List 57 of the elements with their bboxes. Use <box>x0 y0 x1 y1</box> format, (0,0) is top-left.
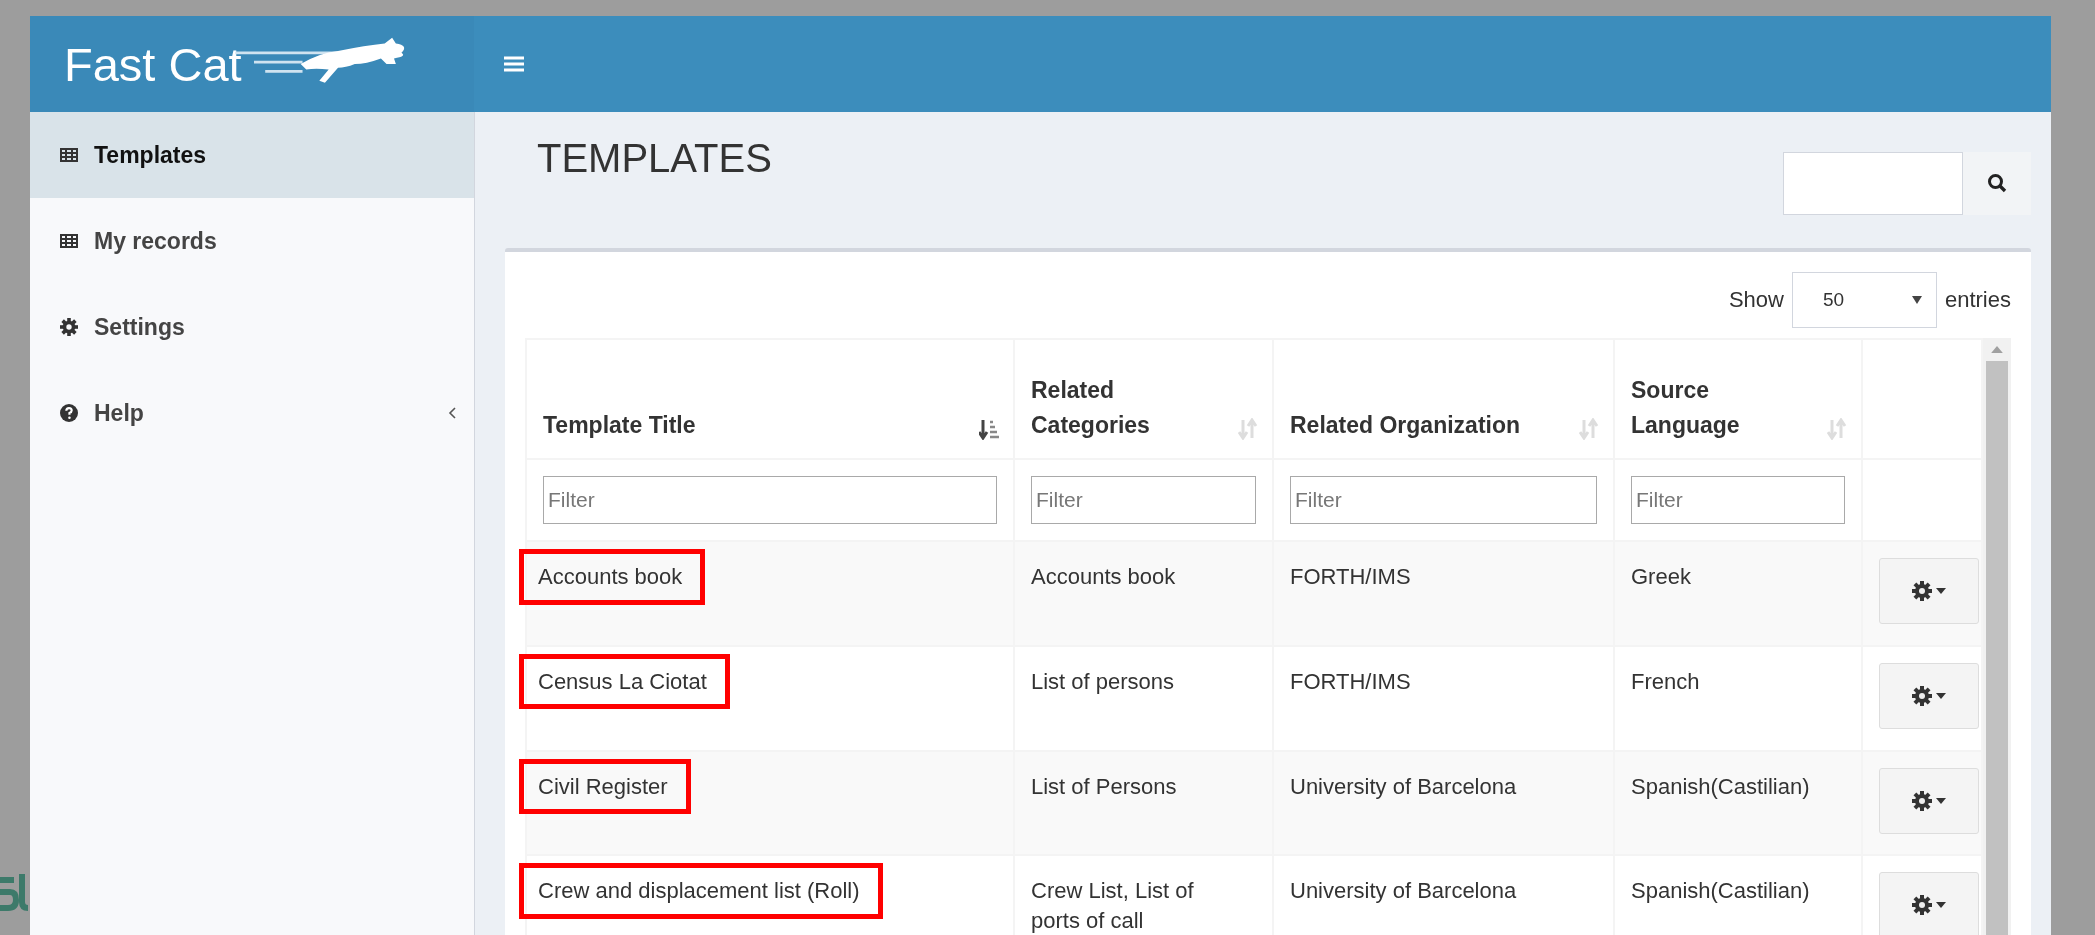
caret-icon <box>1936 902 1946 909</box>
sidebar-item[interactable]: Settings <box>30 284 474 370</box>
table-cell: Spanish(Castilian) <box>1631 878 1810 904</box>
partial-logo-icon <box>0 872 28 912</box>
table-cell: Spanish(Castilian) <box>1631 773 1810 799</box>
table-cell-text: List of Persons <box>1031 772 1177 801</box>
actions-button[interactable] <box>1879 558 1979 624</box>
page-title: TEMPLATES <box>537 136 773 181</box>
scrollbar-thumb[interactable] <box>1986 361 2009 935</box>
table-cell: Greek <box>1631 564 1691 589</box>
caret-icon <box>1936 588 1946 594</box>
table-cell-text: Crew List, List of ports of call <box>1031 877 1195 935</box>
actions-button[interactable] <box>1879 872 1979 935</box>
table-icon <box>60 234 78 248</box>
filter-field[interactable]: Filter <box>1031 476 1256 524</box>
page-size-select[interactable]: 50 <box>1791 272 1937 328</box>
help-icon <box>60 404 78 422</box>
search-button[interactable] <box>1963 151 2031 215</box>
entries-label: entries <box>1944 287 2011 313</box>
table-cell: FORTH/IMS <box>1290 564 1411 589</box>
sidebar-item[interactable]: Help <box>30 370 474 456</box>
search-field[interactable] <box>1783 151 1963 215</box>
table-cell: Crew and displacement list (Roll) <box>519 863 883 919</box>
table-cell: Census La Ciotat <box>519 653 730 710</box>
table-cell-text: List of persons <box>1031 667 1175 696</box>
column-header[interactable]: Related Categories <box>1014 339 1273 459</box>
filter-field[interactable]: Filter <box>543 476 997 524</box>
table-cell: Accounts book <box>519 549 706 605</box>
brand-name[interactable]: Fast Cat <box>64 36 242 92</box>
gear-icon <box>1912 685 1932 706</box>
table-icon <box>60 148 78 162</box>
filter-field[interactable]: Filter <box>1290 476 1597 524</box>
gear-icon <box>1912 581 1932 601</box>
caret-icon <box>1936 692 1946 699</box>
gear-icon <box>1912 790 1932 811</box>
column-header[interactable]: Template Title <box>526 339 1014 459</box>
actions-button[interactable] <box>1879 662 1979 729</box>
table-cell: University of Barcelona <box>1290 878 1517 904</box>
table-cell: University of Barcelona <box>1290 773 1517 799</box>
column-header[interactable]: Related Organization <box>1273 339 1614 459</box>
table-cell-text: Accounts book <box>1031 563 1176 591</box>
filter-field[interactable]: Filter <box>1631 476 1845 524</box>
search-icon <box>1987 173 2007 193</box>
table-cell: FORTH/IMS <box>1290 668 1411 694</box>
show-label: Show <box>1728 287 1784 313</box>
caret-icon <box>1936 797 1946 804</box>
settings-icon <box>60 318 78 336</box>
dropdown-caret-icon <box>1911 296 1922 304</box>
menu-icon[interactable] <box>504 56 524 72</box>
sidebar-item[interactable]: Templates <box>30 112 474 198</box>
column-header[interactable]: Source Language <box>1614 339 1862 459</box>
actions-button[interactable] <box>1879 767 1979 834</box>
scrollbar[interactable] <box>1983 338 2011 935</box>
table-cell: French <box>1631 668 1700 694</box>
gear-icon <box>1912 895 1932 916</box>
table-cell: Civil Register <box>519 758 691 815</box>
sidebar-item[interactable]: My records <box>30 198 474 284</box>
